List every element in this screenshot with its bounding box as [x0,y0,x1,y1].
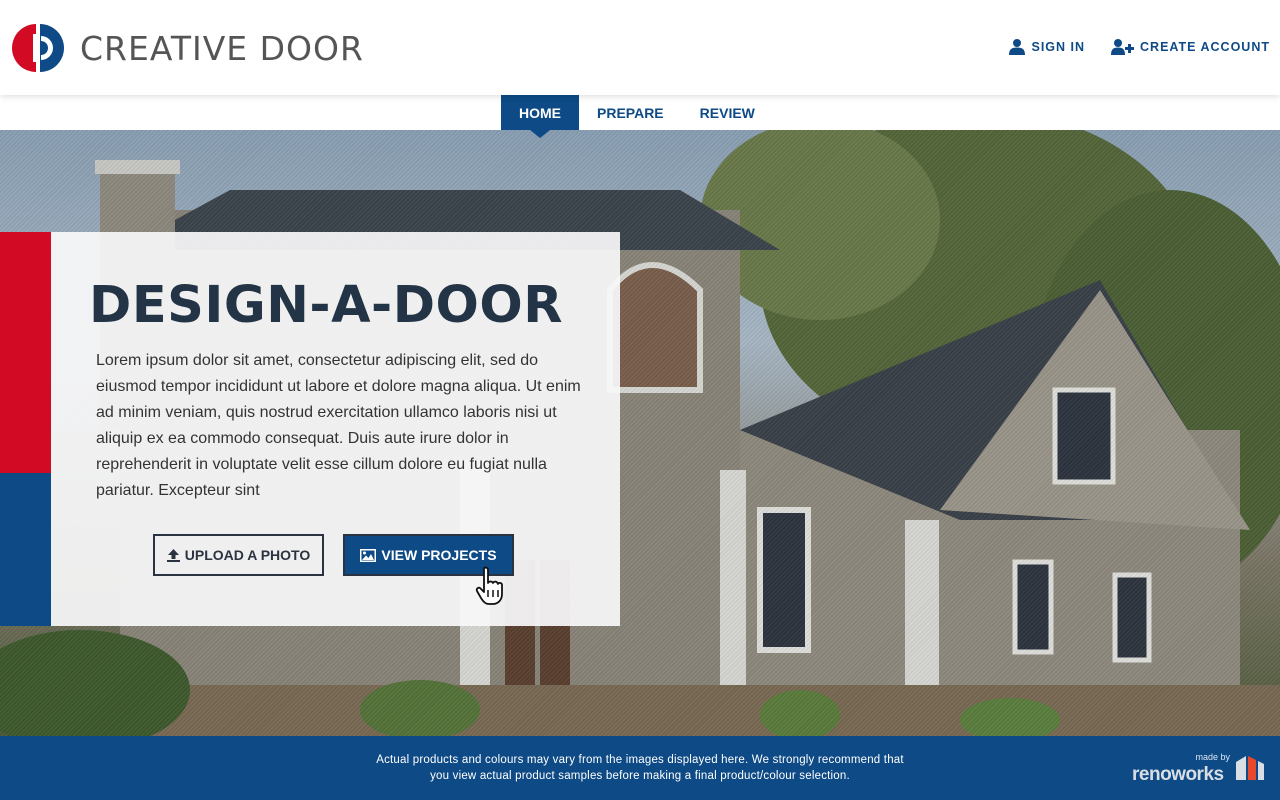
upload-icon [166,548,180,562]
hand-pointer-icon [475,566,503,605]
renoworks-logo-icon [1236,756,1264,780]
create-account-link[interactable]: CREATE ACCOUNT [1111,38,1270,55]
tab-prepare[interactable]: PREPARE [579,95,682,130]
sign-in-label: SIGN IN [1031,39,1086,54]
auth-links: SIGN IN CREATE ACCOUNT [1009,38,1270,55]
tab-home[interactable]: HOME [501,95,579,130]
upload-photo-label: UPLOAD A PHOTO [184,547,311,563]
sign-in-link[interactable]: SIGN IN [1009,38,1085,55]
image-icon [360,548,377,562]
view-projects-label: VIEW PROJECTS [381,547,497,563]
renoworks-brand[interactable]: made by renoworks [1132,752,1266,788]
disclaimer: Actual products and colours may vary fro… [340,752,940,784]
logo-text: CREATIVE DOOR [80,28,364,68]
page-title: DESIGN-A-DOOR [89,276,564,335]
accent-bar-red [0,232,51,473]
user-plus-icon [1111,39,1135,55]
intro-panel: DESIGN-A-DOOR Lorem ipsum dolor sit amet… [51,232,620,626]
made-by-label: made by [1195,752,1230,762]
disclaimer-line-1: Actual products and colours may vary fro… [376,754,904,766]
accent-bar-blue [0,473,51,626]
tab-list: HOME PREPARE REVIEW [501,95,773,130]
upload-photo-button[interactable]: UPLOAD A PHOTO [153,534,324,576]
main-nav: HOME PREPARE REVIEW [0,95,1280,130]
creative-door-logo-icon [12,24,64,72]
site-footer: Actual products and colours may vary fro… [0,736,1280,800]
create-account-label: CREATE ACCOUNT [1140,39,1270,54]
renoworks-label: renoworks [1132,764,1224,785]
user-icon [1009,39,1026,55]
disclaimer-line-2: you view actual product samples before m… [430,770,850,782]
intro-text: Lorem ipsum dolor sit amet, consectetur … [96,352,581,499]
logo[interactable]: CREATIVE DOOR [10,22,364,74]
tab-review[interactable]: REVIEW [682,95,773,130]
site-header: CREATIVE DOOR SIGN IN CREATE ACCOUNT [0,0,1280,95]
